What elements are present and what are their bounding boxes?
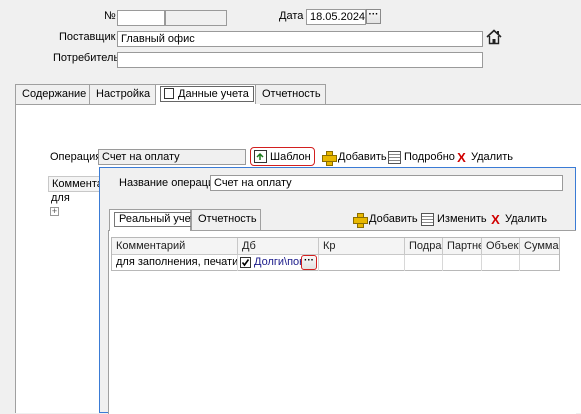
tab-accounting-data[interactable]: Данные учета	[155, 84, 261, 105]
add-operation-label: Добавить	[338, 151, 387, 163]
op-name-label: Название операции	[119, 177, 221, 189]
tab-popup-reporting[interactable]: Отчетность	[191, 209, 261, 230]
number-field[interactable]	[117, 10, 165, 26]
supplier-label: Поставщик	[59, 31, 116, 43]
add-operation-button[interactable]: Добавить	[322, 150, 387, 166]
row-partner-cell[interactable]	[443, 255, 482, 271]
ellipsis-select-button[interactable]: ···	[301, 255, 317, 270]
tab-real-accounting[interactable]: Реальный учет	[109, 209, 201, 231]
template-button[interactable]: Шаблон	[250, 147, 315, 166]
details-button[interactable]: Подробно	[388, 150, 455, 164]
plus-icon	[353, 212, 368, 228]
popup-add-button[interactable]: Добавить	[353, 212, 418, 228]
accounting-doc-icon	[164, 88, 174, 99]
checkmark-icon	[241, 259, 250, 267]
grid-icon	[388, 150, 401, 164]
operation-field[interactable]: Счет на оплату	[98, 149, 246, 165]
row-object-cell[interactable]	[482, 255, 520, 271]
grid-icon	[421, 212, 434, 226]
tab-accounting-data-label: Данные учета	[178, 88, 249, 100]
row-credit-cell[interactable]	[319, 255, 405, 271]
tab-real-accounting-label: Реальный учет	[114, 212, 201, 227]
house-icon[interactable]	[486, 29, 502, 45]
row-sum-cell[interactable]	[520, 255, 559, 271]
popup-edit-label: Изменить	[437, 213, 487, 225]
plus-icon	[322, 150, 337, 166]
template-doc-icon	[254, 150, 267, 163]
popup-add-label: Добавить	[369, 213, 418, 225]
row-debit-cell[interactable]: Долги\поку ···	[238, 255, 319, 271]
popup-delete-label: Удалить	[505, 213, 547, 225]
details-label: Подробно	[404, 151, 455, 163]
date-field[interactable]: 18.05.2024	[306, 9, 366, 25]
popup-delete-button[interactable]: X Удалить	[489, 212, 547, 226]
entries-table-header: Комментарий Дб Кр Подраз Партне Объект С…	[112, 238, 559, 255]
col-object[interactable]: Объект	[482, 238, 520, 255]
table-row[interactable]: для заполнения, печати Долги\поку ···	[112, 255, 559, 271]
popup-edit-button[interactable]: Изменить	[421, 212, 487, 226]
date-picker-button[interactable]: ···	[366, 9, 381, 24]
col-division[interactable]: Подраз	[405, 238, 443, 255]
red-x-icon: X	[491, 211, 500, 227]
debit-checkbox[interactable]	[240, 257, 251, 268]
date-label: Дата	[279, 10, 304, 22]
col-credit[interactable]: Кр	[319, 238, 405, 255]
col-partner[interactable]: Партне	[443, 238, 482, 255]
number-suffix-field[interactable]	[165, 10, 227, 26]
consumer-field[interactable]	[117, 52, 483, 68]
op-name-field[interactable]: Счет на оплату	[210, 175, 563, 191]
number-label: №	[104, 10, 116, 22]
row-comment-cell[interactable]: для заполнения, печати	[112, 255, 238, 271]
delete-operation-label: Удалить	[471, 151, 513, 163]
tab-reporting[interactable]: Отчетность	[255, 84, 326, 104]
operation-popup: Название операции Счет на оплату Реальны…	[99, 167, 576, 414]
col-comment[interactable]: Комментарий	[112, 238, 238, 255]
tab-settings[interactable]: Настройка	[89, 84, 158, 104]
bg-table-expand-toggle[interactable]: +	[50, 207, 59, 216]
operation-label: Операция	[50, 151, 102, 163]
col-debit[interactable]: Дб	[238, 238, 319, 255]
supplier-field[interactable]: Главный офис	[117, 31, 483, 47]
entries-table: Комментарий Дб Кр Подраз Партне Объект С…	[111, 237, 560, 271]
col-sum[interactable]: Сумма	[520, 238, 559, 255]
row-division-cell[interactable]	[405, 255, 443, 271]
delete-operation-button[interactable]: X Удалить	[455, 150, 513, 164]
red-x-icon: X	[457, 149, 466, 165]
tab-content[interactable]: Содержание	[15, 84, 94, 104]
consumer-label: Потребитель	[53, 52, 120, 64]
template-button-label: Шаблон	[270, 150, 311, 163]
